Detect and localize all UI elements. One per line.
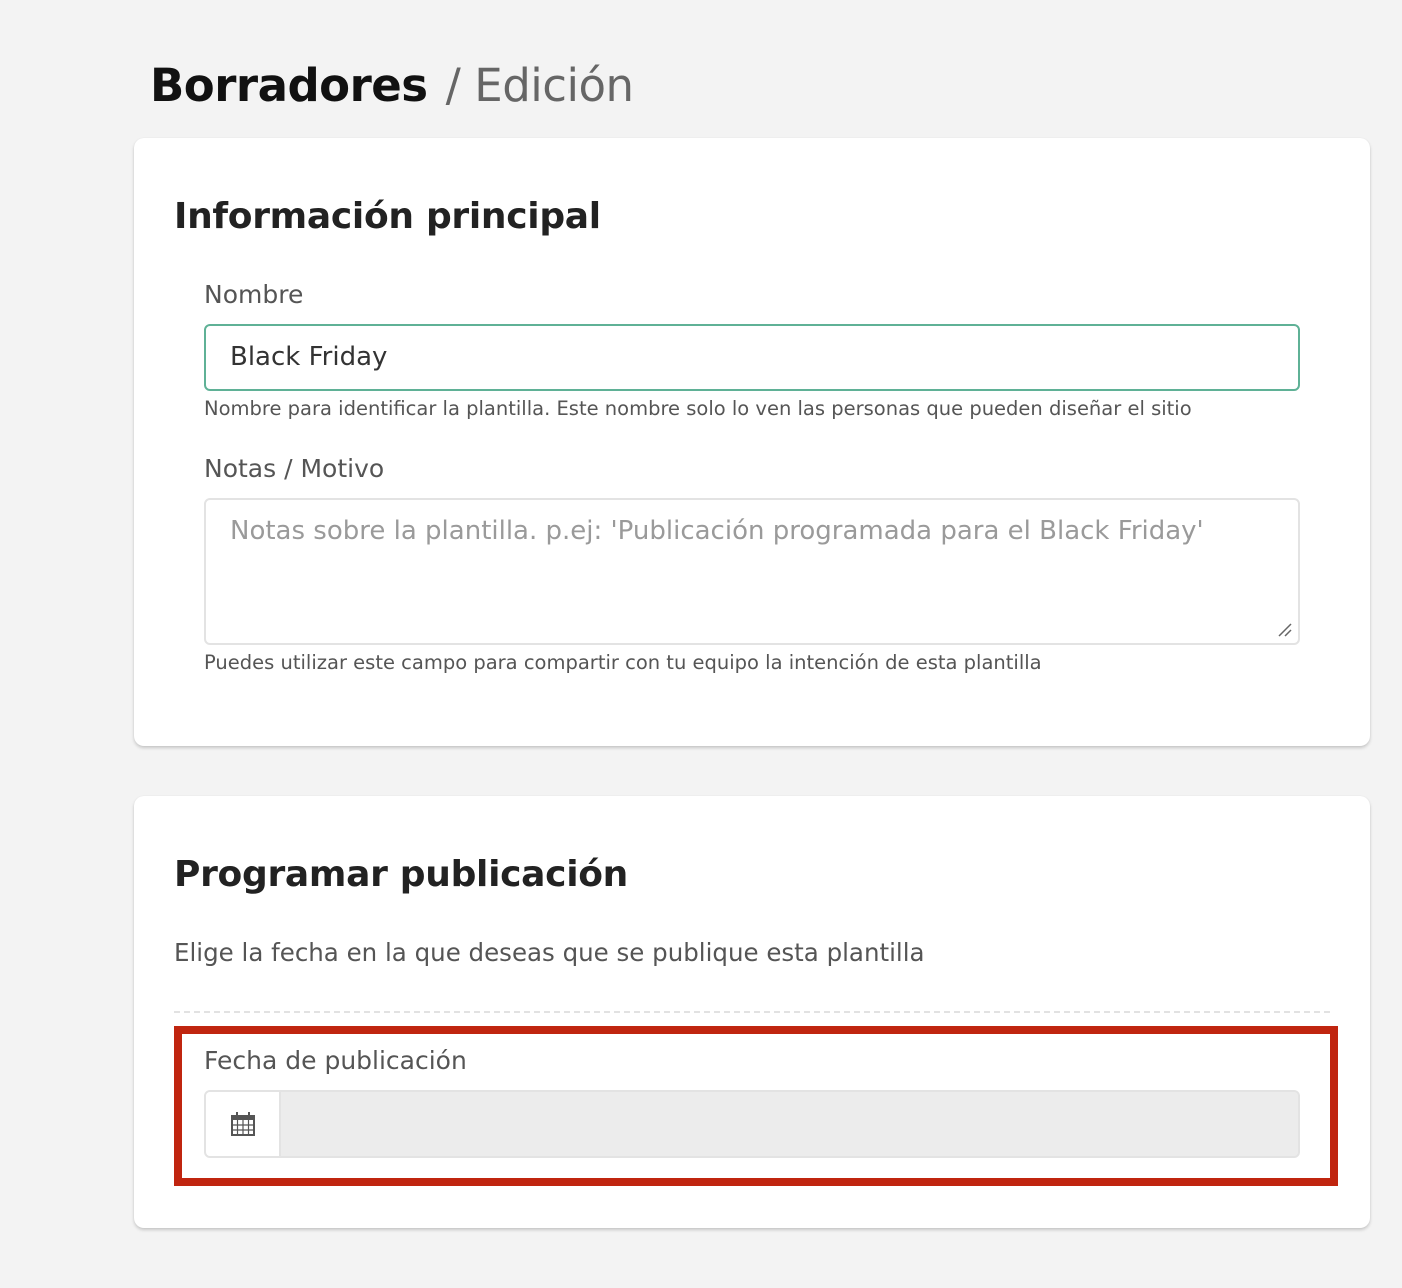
- calendar-icon: [230, 1112, 255, 1136]
- date-input[interactable]: [281, 1092, 1298, 1156]
- divider: [174, 1011, 1330, 1013]
- calendar-button[interactable]: [206, 1092, 281, 1156]
- resize-handle-icon[interactable]: [1276, 621, 1292, 637]
- name-help-text: Nombre para identificar la plantilla. Es…: [204, 397, 1192, 420]
- breadcrumb: Borradores / Edición: [150, 58, 634, 114]
- name-label: Nombre: [204, 280, 304, 309]
- schedule-description: Elige la fecha en la que deseas que se p…: [174, 938, 925, 967]
- main-info-card: Información principal Nombre Black Frida…: [134, 138, 1370, 746]
- breadcrumb-root[interactable]: Borradores: [150, 59, 428, 112]
- breadcrumb-separator: /: [445, 59, 461, 112]
- date-picker[interactable]: [204, 1090, 1300, 1158]
- notes-textarea[interactable]: Notas sobre la plantilla. p.ej: 'Publica…: [204, 498, 1300, 645]
- schedule-title: Programar publicación: [174, 854, 629, 895]
- date-label: Fecha de publicación: [204, 1046, 467, 1075]
- name-input[interactable]: Black Friday: [204, 324, 1300, 391]
- notes-help-text: Puedes utilizar este campo para comparti…: [204, 651, 1042, 674]
- notes-placeholder: Notas sobre la plantilla. p.ej: 'Publica…: [230, 516, 1204, 546]
- schedule-card: Programar publicación Elige la fecha en …: [134, 796, 1370, 1228]
- main-info-title: Información principal: [174, 196, 601, 237]
- notes-label: Notas / Motivo: [204, 454, 385, 483]
- breadcrumb-current: Edición: [474, 59, 634, 112]
